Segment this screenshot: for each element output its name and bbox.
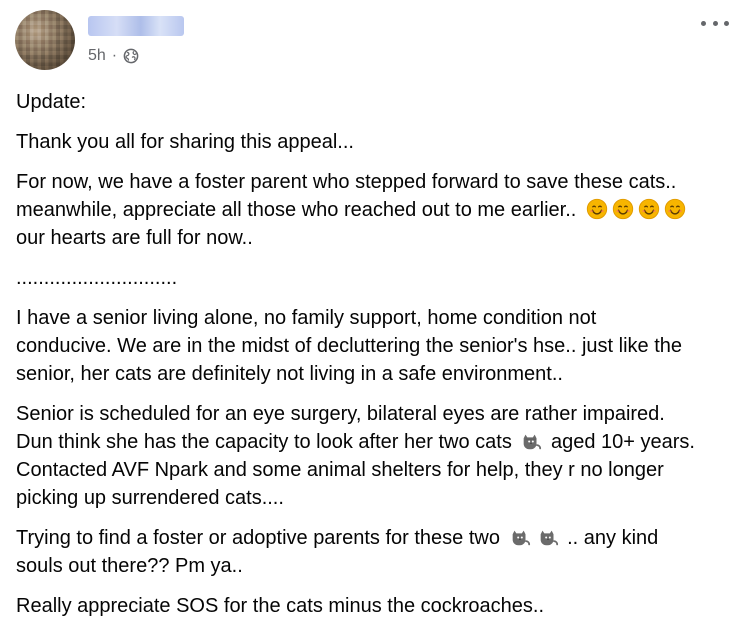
foster-paragraph: For now, we have a foster parent who ste… — [16, 168, 726, 252]
more-dot — [712, 20, 718, 26]
author-name[interactable]: author — [88, 16, 184, 36]
globe-icon[interactable] — [123, 48, 139, 64]
foster-find-line-2: souls out there?? Pm ya.. — [16, 555, 243, 577]
sos-line: Really appreciate SOS for the cats minus… — [16, 595, 545, 617]
senior-line-1: I have a senior living alone, no family … — [16, 307, 597, 329]
cat-emoji — [520, 430, 542, 452]
more-dot — [724, 20, 729, 26]
foster-line-2-text: meanwhile, appreciate all those who reac… — [16, 199, 577, 221]
surgery-line-2b: aged 10+ years. — [550, 431, 695, 453]
foster-find-line-1b: .. any kind — [567, 527, 659, 549]
foster-line-2: meanwhile, appreciate all those who reac… — [16, 196, 726, 224]
cat-emoji — [509, 526, 531, 548]
more-dot — [701, 20, 706, 26]
smiling-face-emoji — [638, 198, 660, 220]
post-header: author 5h · — [0, 0, 742, 86]
update-line: Update: — [16, 91, 87, 113]
thanks-line: Thank you all for sharing this appeal... — [16, 131, 354, 153]
smiling-face-emoji — [664, 198, 686, 220]
dotted-divider: ............................. — [16, 267, 178, 289]
post-body: Update: Thank you all for sharing this a… — [16, 88, 726, 632]
surgery-line-2: Dun think she has the capacity to look a… — [16, 428, 726, 456]
senior-line-2: conducive. We are in the midst of declut… — [16, 335, 683, 357]
cat-emoji — [537, 526, 559, 548]
post-time[interactable]: 5h — [88, 47, 106, 65]
surgery-line-2a: Dun think she has the capacity to look a… — [16, 431, 512, 453]
foster-line-1: For now, we have a foster parent who ste… — [16, 171, 677, 193]
foster-find-line-1a: Trying to find a foster or adoptive pare… — [16, 527, 500, 549]
surgery-paragraph: Senior is scheduled for an eye surgery, … — [16, 400, 726, 512]
more-options-icon[interactable] — [701, 13, 729, 33]
foster-find-line-1: Trying to find a foster or adoptive pare… — [16, 524, 726, 552]
surgery-line-3: Contacted AVF Npark and some animal shel… — [16, 459, 664, 481]
foster-line-3: our hearts are full for now.. — [16, 227, 253, 249]
smiling-face-emoji — [612, 198, 634, 220]
smiling-face-emoji — [586, 198, 608, 220]
senior-line-3: senior, her cats are definitely not livi… — [16, 363, 563, 385]
foster-find-paragraph: Trying to find a foster or adoptive pare… — [16, 524, 726, 580]
post-meta: 5h · — [88, 45, 139, 67]
surgery-line-1: Senior is scheduled for an eye surgery, … — [16, 403, 665, 425]
surgery-line-4: picking up surrendered cats.... — [16, 487, 284, 509]
avatar[interactable] — [15, 10, 75, 70]
senior-paragraph: I have a senior living alone, no family … — [16, 304, 726, 388]
meta-separator: · — [111, 47, 118, 64]
